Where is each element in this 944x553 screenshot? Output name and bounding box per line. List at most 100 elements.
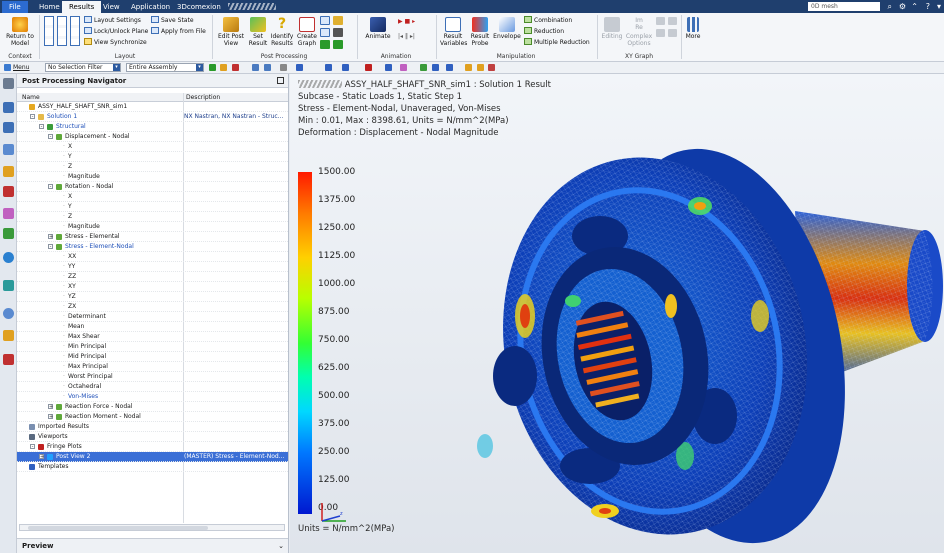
camera-icon[interactable] <box>333 28 343 37</box>
tree-row[interactable]: · X <box>17 142 288 152</box>
menu-icon[interactable] <box>4 64 11 71</box>
frame-icon[interactable] <box>446 64 453 71</box>
web-icon[interactable] <box>3 280 14 291</box>
tree-row[interactable]: Templates <box>17 462 288 472</box>
layer-icon[interactable] <box>325 64 332 71</box>
editing-button[interactable]: Editing <box>600 17 624 40</box>
collapse-icon[interactable]: - <box>39 124 44 130</box>
tree-row[interactable]: - Stress - Element-Nodal <box>17 242 288 252</box>
tree-row[interactable]: · YZ <box>17 292 288 302</box>
layout-grid3-icon[interactable] <box>70 16 80 46</box>
tab-view[interactable]: View <box>96 1 127 13</box>
tree-row[interactable]: + Reaction Force - Nodal <box>17 402 288 412</box>
tab-3dcomexion[interactable]: 3Dcomexion <box>170 1 228 13</box>
step-controls-icon[interactable]: |◂ ‖ ▸| <box>398 33 415 41</box>
hide-icon[interactable] <box>477 64 484 71</box>
grid-icon[interactable] <box>432 64 439 71</box>
tree-row[interactable]: + Post View 2 (MASTER) Stress - Element-No… <box>17 452 288 462</box>
lock-unlock-plane-button[interactable]: Lock/Unlock Plane <box>84 27 148 36</box>
tree-row[interactable]: · ZZ <box>17 272 288 282</box>
tree-row[interactable]: · Max Shear <box>17 332 288 342</box>
grid2-icon[interactable] <box>488 64 495 71</box>
preview-panel-header[interactable]: Preview ⌄ <box>17 538 288 553</box>
collapse-icon[interactable]: - <box>48 184 53 190</box>
result-probe-button[interactable]: Result Probe <box>468 17 492 47</box>
search-icon[interactable]: ⌕ <box>888 1 892 12</box>
move-icon[interactable] <box>333 40 343 49</box>
tree-row[interactable]: - Fringe Plots <box>17 442 288 452</box>
text-annotation-icon[interactable] <box>320 16 330 25</box>
chevron-down-icon[interactable]: ⌄ <box>278 539 284 553</box>
collapse-icon[interactable]: - <box>48 244 53 250</box>
tree-row[interactable]: · XY <box>17 282 288 292</box>
tree-row[interactable]: + Stress - Elemental <box>17 232 288 242</box>
minimize-icon[interactable]: ▾ <box>937 1 941 12</box>
snap-point-icon[interactable] <box>420 64 427 71</box>
render-icon[interactable] <box>296 64 303 71</box>
edit-annotation-icon[interactable] <box>320 28 330 37</box>
tree-row[interactable]: + Reaction Moment - Nodal <box>17 412 288 422</box>
snap-icon[interactable] <box>232 64 239 71</box>
animate-button[interactable]: Animate <box>362 17 394 40</box>
expand-icon[interactable]: ⌃ <box>911 1 918 12</box>
collapse-icon[interactable]: - <box>48 134 53 140</box>
tree-row[interactable]: · X <box>17 192 288 202</box>
select-icon[interactable] <box>209 64 216 71</box>
filter-icon[interactable] <box>220 64 227 71</box>
tree-row[interactable]: ASSY_HALF_SHAFT_SNR_sim1 <box>17 102 288 112</box>
tree-row[interactable]: · Von-Mises <box>17 392 288 402</box>
edit-post-view-button[interactable]: Edit Post View <box>216 17 246 47</box>
set-result-button[interactable]: Set Result <box>246 17 270 47</box>
expand-icon[interactable]: + <box>39 454 44 460</box>
orient-icon[interactable] <box>280 64 287 71</box>
maximize-icon[interactable] <box>277 77 284 84</box>
roles-icon[interactable] <box>3 208 14 219</box>
collapse-icon[interactable]: - <box>30 114 35 120</box>
selection-filter-dropdown[interactable]: No Selection Filter ▾ <box>45 63 121 72</box>
tree-row[interactable]: Imported Results <box>17 422 288 432</box>
analysis-icon[interactable] <box>3 354 14 365</box>
fit-icon[interactable] <box>264 64 271 71</box>
layout-settings-button[interactable]: Layout Settings <box>84 16 141 25</box>
tree-row[interactable]: · Mean <box>17 322 288 332</box>
expand-icon[interactable]: + <box>48 414 53 420</box>
history-icon[interactable] <box>3 308 14 319</box>
combination-button[interactable]: Combination <box>524 16 572 25</box>
tree-row[interactable]: Viewports <box>17 432 288 442</box>
create-graph-button[interactable]: Create Graph <box>295 17 319 47</box>
tab-file[interactable]: File <box>2 1 28 13</box>
envelope-button[interactable]: Envelope <box>492 17 522 40</box>
more-button[interactable]: More <box>684 17 702 40</box>
tree-row[interactable]: - Structural <box>17 122 288 132</box>
tree-row[interactable]: · Y <box>17 202 288 212</box>
tree-row[interactable]: · Magnitude <box>17 172 288 182</box>
view-icon[interactable] <box>252 64 259 71</box>
xy-graph-icon-4[interactable] <box>668 29 677 37</box>
play-icon[interactable]: ▶ ■ ▸ <box>398 18 415 26</box>
multiple-reduction-button[interactable]: Multiple Reduction <box>524 38 590 47</box>
tree-row[interactable]: · YY <box>17 262 288 272</box>
layout-grid-icon[interactable] <box>44 16 54 46</box>
arrow-icon[interactable] <box>320 40 330 49</box>
info-icon[interactable] <box>3 252 14 263</box>
tree-row[interactable]: · Z <box>17 162 288 172</box>
view-synchronize-button[interactable]: View Synchronize <box>84 38 147 47</box>
tree-row[interactable]: - Rotation - Nodal <box>17 182 288 192</box>
tree-row[interactable]: · Determinant <box>17 312 288 322</box>
help-icon[interactable]: ? <box>926 1 930 12</box>
palette-icon[interactable] <box>3 228 14 239</box>
column-name[interactable]: Name <box>22 93 40 102</box>
tree-row[interactable]: · Magnitude <box>17 222 288 232</box>
tree-row[interactable]: · Z <box>17 212 288 222</box>
section-icon[interactable] <box>385 64 392 71</box>
tree-row[interactable]: · Y <box>17 152 288 162</box>
tree-row[interactable]: · Min Principal <box>17 342 288 352</box>
expand-icon[interactable]: + <box>48 404 53 410</box>
tree-row[interactable]: · Worst Principal <box>17 372 288 382</box>
process-icon[interactable] <box>3 330 14 341</box>
display-icon[interactable] <box>342 64 349 71</box>
save-state-button[interactable]: Save State <box>151 16 194 25</box>
xy-graph-icon-1[interactable] <box>656 17 665 25</box>
tree-row[interactable]: · XX <box>17 252 288 262</box>
apply-from-file-button[interactable]: Apply from File <box>151 27 206 36</box>
